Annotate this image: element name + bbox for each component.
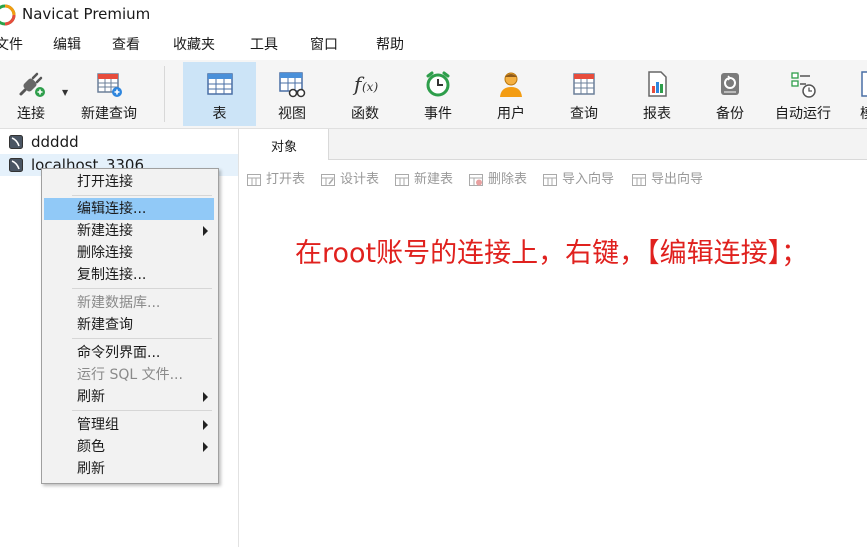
report-button[interactable]: 报表 <box>623 62 691 126</box>
menu-item-edit-connection[interactable]: 编辑连接... <box>44 198 214 220</box>
svg-text:(x): (x) <box>362 80 378 94</box>
context-menu: 打开连接 编辑连接... 新建连接 删除连接 复制连接... 新建数据库... … <box>41 168 219 484</box>
query-icon <box>573 73 595 95</box>
menu-item-manage-group[interactable]: 管理组 <box>44 414 214 436</box>
user-label: 用户 <box>497 106 525 122</box>
table-label: 表 <box>212 106 227 122</box>
plug-icon <box>19 72 45 97</box>
menu-view[interactable]: 查看 <box>112 37 140 53</box>
tab-bar: 对象 <box>240 129 867 160</box>
connection-name: ddddd <box>31 133 79 151</box>
menu-separator <box>72 195 212 196</box>
menu-item-run-sql-file[interactable]: 运行 SQL 文件... <box>44 364 214 386</box>
user-button[interactable]: 用户 <box>477 62 545 126</box>
model-button[interactable]: 模 <box>842 62 867 126</box>
menu-help[interactable]: 帮助 <box>376 37 404 53</box>
menu-item-refresh[interactable]: 刷新 <box>44 386 214 408</box>
menu-bar: 文件 编辑 查看 收藏夹 工具 窗口 帮助 <box>0 33 867 57</box>
checklist-clock-icon <box>791 72 816 98</box>
automation-label: 自动运行 <box>775 106 831 122</box>
menu-window[interactable]: 窗口 <box>310 37 338 53</box>
submenu-arrow-icon <box>203 392 208 402</box>
query-button[interactable]: 查询 <box>550 62 618 126</box>
new-query-icon <box>97 73 122 97</box>
connect-button[interactable]: 连接 <box>0 62 62 126</box>
event-button[interactable]: 事件 <box>404 62 472 126</box>
menu-item-open-connection[interactable]: 打开连接 <box>44 171 214 193</box>
menu-item-color[interactable]: 颜色 <box>44 436 214 458</box>
main-toolbar: 连接 新建查询 ▼ 表 视图 f (x) 函数 事件 用户 查询 报表 备份 自… <box>0 60 867 129</box>
connect-label: 连接 <box>17 106 45 122</box>
table-icon <box>206 73 233 95</box>
import-wizard-icon <box>543 174 557 186</box>
menu-item-refresh-all[interactable]: 刷新 <box>44 458 214 480</box>
connection-item-ddddd[interactable]: ddddd <box>0 131 238 153</box>
automation-button[interactable]: 自动运行 <box>769 62 837 126</box>
function-icon: f (x) <box>352 72 378 96</box>
report-icon <box>648 71 667 97</box>
connect-dropdown-caret-icon[interactable]: ▼ <box>62 88 68 97</box>
backup-label: 备份 <box>716 106 744 122</box>
mysql-connection-icon <box>9 135 23 149</box>
new-query-button[interactable]: 新建查询 <box>72 62 146 126</box>
title-bar: Navicat Premium <box>0 0 867 30</box>
view-label: 视图 <box>278 106 306 122</box>
menu-item-new-query[interactable]: 新建查询 <box>44 314 214 336</box>
menu-file[interactable]: 文件 <box>0 37 23 53</box>
tab-objects-label: 对象 <box>270 140 297 155</box>
submenu-arrow-icon <box>203 420 208 430</box>
table-button[interactable]: 表 <box>183 62 256 126</box>
backup-icon <box>721 73 739 95</box>
menu-item-new-database[interactable]: 新建数据库... <box>44 292 214 314</box>
menu-separator <box>72 338 212 339</box>
object-toolbar: 打开表 设计表 新建表 删除表 导入向导 导出向导 <box>240 168 867 192</box>
report-label: 报表 <box>643 106 671 122</box>
menu-tools[interactable]: 工具 <box>250 37 278 53</box>
event-label: 事件 <box>424 106 452 122</box>
submenu-arrow-icon <box>203 442 208 452</box>
backup-button[interactable]: 备份 <box>696 62 764 126</box>
model-label: 模 <box>860 106 867 122</box>
menu-separator <box>72 410 212 411</box>
alarm-clock-icon <box>426 71 450 97</box>
delete-table-icon <box>469 174 483 186</box>
submenu-arrow-icon <box>203 226 208 236</box>
mysql-connection-icon <box>9 158 23 172</box>
view-icon <box>279 72 306 98</box>
tab-objects[interactable]: 对象 <box>240 129 329 160</box>
open-table-icon <box>247 174 261 186</box>
new-table-icon <box>395 174 409 186</box>
design-table-icon <box>321 174 335 186</box>
menu-favorites[interactable]: 收藏夹 <box>173 37 215 53</box>
window-title: Navicat Premium <box>22 5 151 23</box>
menu-item-command-line[interactable]: 命令列界面... <box>44 342 214 364</box>
menu-edit[interactable]: 编辑 <box>53 37 81 53</box>
model-icon <box>861 71 867 97</box>
function-label: 函数 <box>351 106 379 122</box>
view-button[interactable]: 视图 <box>258 62 326 126</box>
function-button[interactable]: f (x) 函数 <box>331 62 399 126</box>
user-icon <box>500 72 522 97</box>
menu-separator <box>72 288 212 289</box>
menu-item-copy-connection[interactable]: 复制连接... <box>44 264 214 286</box>
export-wizard-icon <box>632 174 646 186</box>
toolbar-separator <box>164 66 165 122</box>
annotation-text: 在root账号的连接上，右键，【编辑连接】； <box>295 238 809 269</box>
objects-panel: 在root账号的连接上，右键，【编辑连接】； <box>240 196 867 547</box>
menu-item-new-connection[interactable]: 新建连接 <box>44 220 214 242</box>
navicat-logo-icon <box>0 4 16 26</box>
menu-item-delete-connection[interactable]: 删除连接 <box>44 242 214 264</box>
new-query-label: 新建查询 <box>81 106 137 122</box>
query-label: 查询 <box>570 106 598 122</box>
